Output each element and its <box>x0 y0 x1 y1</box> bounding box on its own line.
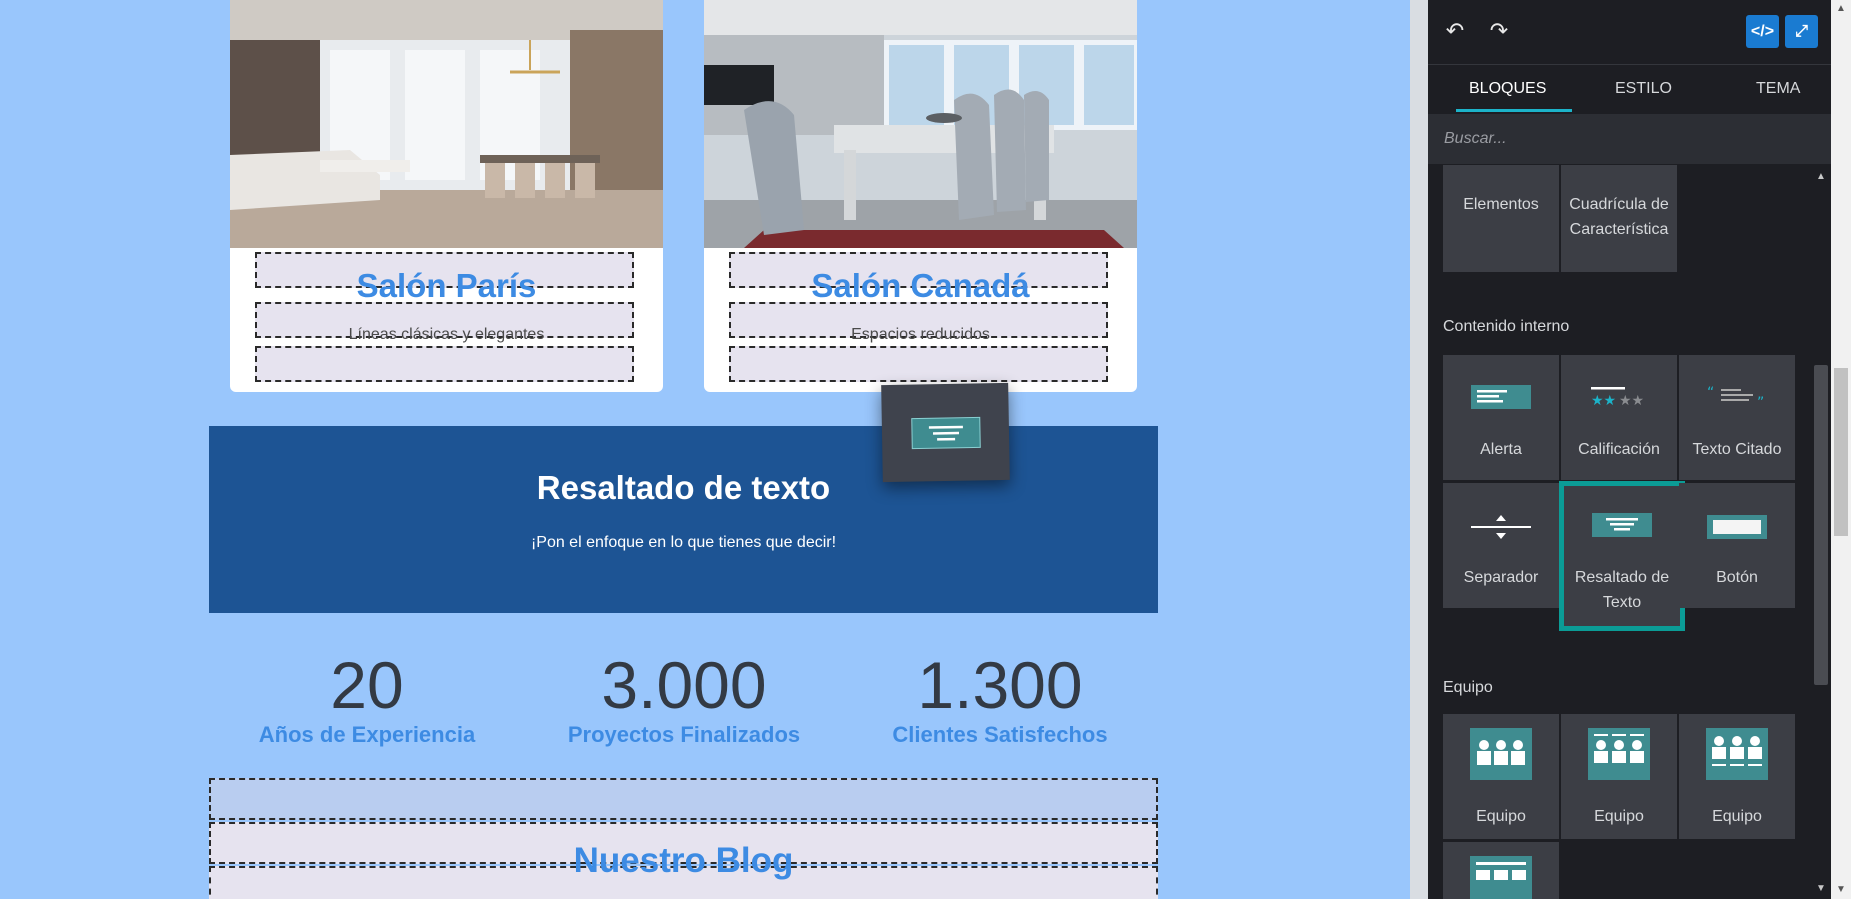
expand-icon: ⤢ <box>1795 23 1808 40</box>
block-tile-separator[interactable]: Separador <box>1443 483 1559 608</box>
block-tile-button[interactable]: Botón <box>1679 483 1795 608</box>
block-tile[interactable]: Elementos <box>1443 165 1559 272</box>
team-icon <box>1588 728 1650 780</box>
stat-number: 3.000 <box>601 648 767 722</box>
page-canvas[interactable]: Salón París Líneas clásicas y elegantes <box>0 0 1410 899</box>
section-title: Equipo <box>1443 679 1493 696</box>
block-tile[interactable]: Cuadrícula de Característica <box>1561 165 1677 272</box>
highlight-text: ¡Pon el enfoque en lo que tienes que dec… <box>530 534 837 551</box>
elements-icon <box>1471 165 1531 175</box>
block-tile-label: Calificación <box>1578 441 1660 458</box>
active-tab-indicator <box>1456 109 1572 112</box>
stat-item[interactable]: 1.300 Clientes Satisfechos <box>850 650 1150 748</box>
code-view-button[interactable]: </> <box>1746 15 1779 48</box>
blog-section-title: Nuestro Blog <box>573 841 794 880</box>
svg-text:★★: ★★ <box>1591 393 1616 409</box>
card-title: Salón París <box>356 267 537 304</box>
stat-label: Años de Experiencia <box>258 722 476 747</box>
block-tile-label: Alerta <box>1480 441 1522 458</box>
stat-label: Clientes Satisfechos <box>892 722 1108 747</box>
block-tile-label: Cuadrícula de Característica <box>1569 196 1669 238</box>
feature-grid-icon <box>1579 165 1659 175</box>
dragged-snippet-preview[interactable] <box>881 382 1010 483</box>
block-tile-label: Equipo <box>1712 808 1762 825</box>
card-subtitle: Líneas clásicas y elegantes <box>348 326 545 343</box>
dining-room-photo <box>704 0 1137 248</box>
team-icon <box>1706 728 1768 780</box>
stat-item[interactable]: 3.000 Proyectos Finalizados <box>534 650 834 748</box>
svg-text:★★: ★★ <box>1619 393 1644 409</box>
block-tile-label: Separador <box>1463 569 1539 586</box>
redo-icon[interactable]: ↷ <box>1486 18 1512 44</box>
block-tile-quote[interactable]: “ ” Texto Citado <box>1679 355 1795 480</box>
search-input[interactable] <box>1428 114 1831 164</box>
canvas-divider <box>1410 0 1428 899</box>
sidebar-tabs: BLOQUES ESTILO TEMA <box>1428 65 1831 113</box>
block-tile-team[interactable]: Equipo <box>1443 714 1559 839</box>
room-card[interactable]: Salón Canadá Espacios reducidos <box>704 0 1137 392</box>
svg-text:”: ” <box>1757 395 1764 411</box>
card-title: Salón Canadá <box>811 267 1030 304</box>
drop-zone[interactable] <box>729 346 1108 382</box>
drop-zone[interactable] <box>209 778 1158 820</box>
stat-label: Proyectos Finalizados <box>567 722 801 747</box>
block-tile-alert[interactable]: Alerta <box>1443 355 1559 480</box>
room-card[interactable]: Salón París Líneas clásicas y elegantes <box>230 0 663 392</box>
block-tile-team[interactable]: Equipo <box>1679 714 1795 839</box>
page-scroll-up-icon[interactable]: ▲ <box>1831 0 1851 18</box>
scroll-down-icon[interactable]: ▼ <box>1811 880 1831 898</box>
card-subtitle: Espacios reducidos <box>851 326 990 343</box>
block-tile-label: Texto Citado <box>1692 441 1782 458</box>
block-tile-rating[interactable]: ★★ ★★ Calificación <box>1561 355 1677 480</box>
scroll-up-icon[interactable]: ▲ <box>1811 168 1831 186</box>
blocks-panel: Elementos Cuadrícula de Característica C… <box>1428 165 1811 899</box>
block-tile-team[interactable]: Equipo <box>1561 714 1677 839</box>
tab-blocks[interactable]: BLOQUES <box>1469 80 1546 98</box>
block-tile-text-highlight[interactable]: Resaltado de Texto <box>1559 481 1685 631</box>
block-tile-label: Equipo <box>1476 808 1526 825</box>
rating-stars-icon: ★★ ★★ <box>1591 387 1644 409</box>
block-tile-label: Equipo <box>1594 808 1644 825</box>
block-tile-label: Elementos <box>1463 196 1539 213</box>
quote-icon: “ ” <box>1707 385 1764 411</box>
page-scroll-down-icon[interactable]: ▼ <box>1831 881 1851 899</box>
undo-icon[interactable]: ↶ <box>1442 18 1468 44</box>
text-highlight-icon <box>911 416 981 450</box>
block-tile-label: Botón <box>1716 569 1758 586</box>
editor-sidebar: ↶ ↷ </> ⤢ BLOQUES ESTILO TEMA Elementos <box>1428 0 1831 899</box>
living-room-photo <box>230 0 663 248</box>
separator-icon <box>1471 515 1531 539</box>
block-tile-label: Resaltado de Texto <box>1574 569 1670 611</box>
stat-number: 1.300 <box>917 648 1083 722</box>
page-scroll-thumb[interactable] <box>1834 368 1848 536</box>
text-highlight-block[interactable]: Resaltado de texto ¡Pon el enfoque en lo… <box>209 426 1158 613</box>
drop-zone[interactable] <box>255 346 634 382</box>
svg-text:“: “ <box>1707 385 1714 401</box>
highlight-title: Resaltado de texto <box>536 469 831 506</box>
text-highlight-icon <box>1592 513 1652 537</box>
button-icon <box>1707 515 1767 539</box>
tab-style[interactable]: ESTILO <box>1615 80 1672 98</box>
alert-icon <box>1471 385 1531 409</box>
stat-item[interactable]: 20 Años de Experiencia <box>217 650 517 748</box>
tab-theme[interactable]: TEMA <box>1756 80 1800 98</box>
editor-toolbar: ↶ ↷ </> ⤢ <box>1428 0 1831 65</box>
block-tile-team[interactable] <box>1443 842 1559 899</box>
stat-number: 20 <box>330 648 404 722</box>
team-icon <box>1470 856 1532 899</box>
code-icon: </> <box>1750 23 1775 40</box>
sidebar-scroll-thumb[interactable] <box>1814 365 1828 685</box>
fullscreen-button[interactable]: ⤢ <box>1785 15 1818 48</box>
section-title: Contenido interno <box>1443 318 1570 335</box>
team-icon <box>1470 728 1532 780</box>
